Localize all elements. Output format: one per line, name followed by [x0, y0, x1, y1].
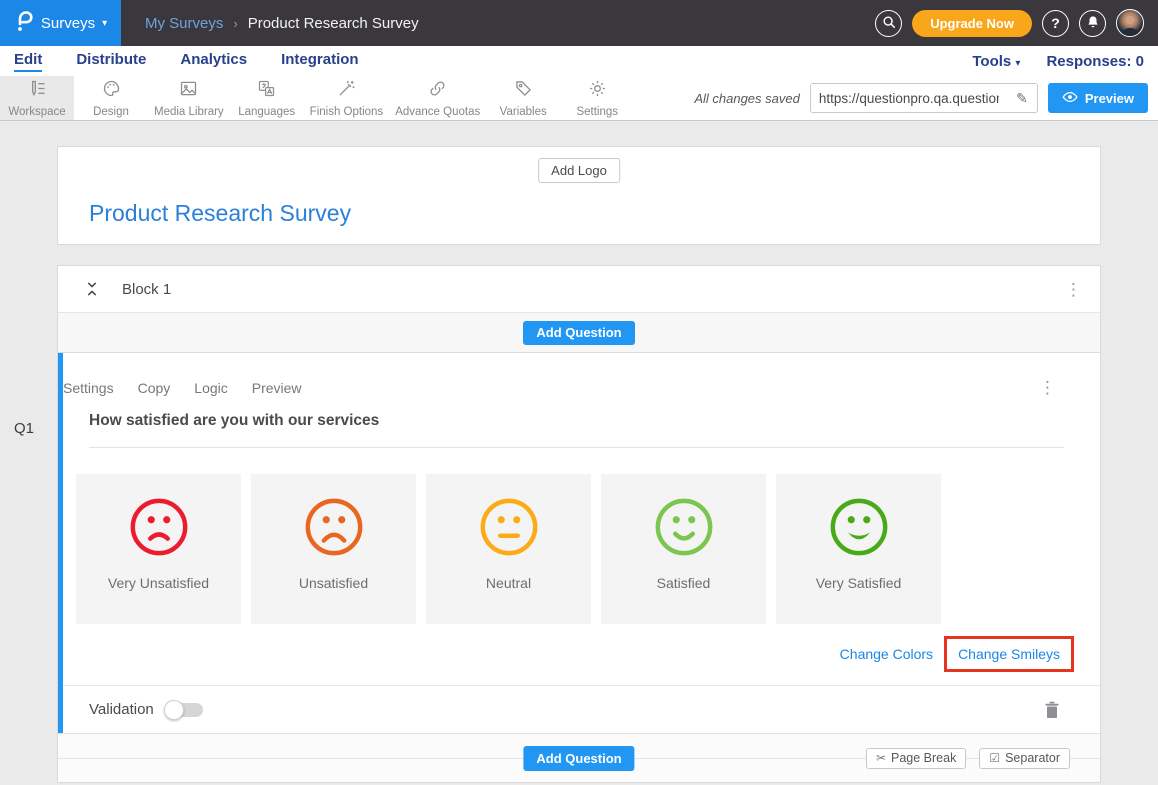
- add-question-strip-top: Add Question: [58, 313, 1100, 353]
- topbar-actions: Upgrade Now ?: [875, 9, 1158, 37]
- question-copy-link[interactable]: Copy: [138, 380, 171, 396]
- person-silhouette-icon: [1117, 10, 1143, 36]
- breadcrumb-current: Product Research Survey: [248, 15, 419, 32]
- trash-icon: [1044, 701, 1060, 719]
- help-button[interactable]: ?: [1042, 10, 1069, 37]
- validation-toggle[interactable]: [167, 703, 203, 717]
- save-status-text: All changes saved: [694, 91, 800, 106]
- toolbar-item-languages[interactable]: Languages: [230, 76, 304, 120]
- smiley-option-satisfied[interactable]: Satisfied: [601, 474, 766, 624]
- editor-toolbar: Workspace Design Media Library Languages…: [0, 76, 1158, 121]
- search-icon: [882, 15, 896, 32]
- eye-icon: [1062, 91, 1078, 106]
- variables-icon: [513, 78, 534, 104]
- survey-url-box: ✎: [810, 83, 1038, 113]
- upgrade-now-button[interactable]: Upgrade Now: [912, 10, 1032, 37]
- preview-button[interactable]: Preview: [1048, 83, 1148, 113]
- block-more-menu-icon[interactable]: ⋮: [1065, 281, 1082, 298]
- toolbar-item-settings[interactable]: Settings: [560, 76, 634, 120]
- design-icon: [101, 78, 122, 104]
- smiley-option-very-unsatisfied[interactable]: Very Unsatisfied: [76, 474, 241, 624]
- block-card: Block 1 ⋮ Add Question Settings Copy Log…: [57, 265, 1101, 783]
- survey-header-card: Add Logo Product Research Survey: [57, 146, 1101, 245]
- breadcrumb-my-surveys[interactable]: My Surveys: [145, 15, 223, 32]
- responses-count[interactable]: Responses: 0: [1046, 53, 1144, 70]
- block-header: Block 1 ⋮: [58, 266, 1100, 313]
- toolbar-item-finish-options[interactable]: Finish Options: [304, 76, 390, 120]
- product-menu-label: Surveys: [41, 15, 95, 32]
- add-question-button-bottom[interactable]: Add Question: [523, 746, 634, 771]
- breadcrumb: My Surveys › Product Research Survey: [145, 15, 419, 32]
- edit-url-pencil-icon[interactable]: ✎: [1007, 84, 1037, 112]
- delete-question-button[interactable]: [1044, 701, 1060, 719]
- validation-row: Validation: [63, 685, 1100, 733]
- toolbar-item-design[interactable]: Design: [74, 76, 148, 120]
- toolbar-item-workspace[interactable]: Workspace: [0, 76, 74, 120]
- satisfied-smiley-icon: [653, 496, 715, 558]
- bell-icon: [1086, 15, 1100, 32]
- question-actions: Settings Copy Logic Preview ⋮: [63, 353, 1100, 396]
- languages-icon: [256, 78, 277, 104]
- nav-tabs: Edit Distribute Analytics Integration: [14, 51, 359, 72]
- add-logo-button[interactable]: Add Logo: [538, 158, 620, 183]
- tab-integration[interactable]: Integration: [281, 51, 359, 72]
- question-settings-link[interactable]: Settings: [63, 380, 114, 396]
- question-card: Settings Copy Logic Preview ⋮ How satisf…: [58, 353, 1100, 733]
- neutral-smiley-icon: [478, 496, 540, 558]
- scissors-icon: ✂: [876, 751, 886, 765]
- product-switcher[interactable]: Surveys ▾: [0, 0, 121, 46]
- top-header: Surveys ▾ My Surveys › Product Research …: [0, 0, 1158, 46]
- advance-quotas-icon: [427, 78, 448, 104]
- breadcrumb-separator-icon: ›: [233, 16, 237, 31]
- questionpro-logo-icon: [14, 9, 34, 37]
- chevron-down-icon: ▾: [102, 18, 107, 29]
- tools-dropdown[interactable]: Tools ▾: [972, 53, 1020, 70]
- workspace-icon: [27, 78, 48, 104]
- toggle-knob: [164, 700, 184, 720]
- separator-button[interactable]: ☑ Separator: [979, 748, 1070, 769]
- survey-title[interactable]: Product Research Survey: [89, 200, 351, 227]
- chevron-down-icon: ▾: [1015, 58, 1020, 69]
- checkbox-icon: ☑: [989, 751, 1000, 765]
- tab-edit[interactable]: Edit: [14, 51, 42, 72]
- notifications-button[interactable]: [1079, 10, 1106, 37]
- toolbar-item-advance-quotas[interactable]: Advance Quotas: [389, 76, 486, 120]
- smiley-option-very-satisfied[interactable]: Very Satisfied: [776, 474, 941, 624]
- question-text[interactable]: How satisfied are you with our services: [89, 412, 1064, 448]
- unsatisfied-smiley-icon: [303, 496, 365, 558]
- editor-canvas: Q1 Add Logo Product Research Survey Bloc…: [0, 121, 1158, 785]
- search-button[interactable]: [875, 10, 902, 37]
- validation-label: Validation: [89, 701, 154, 718]
- annotation-highlight-box: Change Smileys: [944, 636, 1074, 672]
- change-colors-link[interactable]: Change Colors: [840, 646, 933, 662]
- very-satisfied-smiley-icon: [828, 496, 890, 558]
- toolbar-item-variables[interactable]: Variables: [486, 76, 560, 120]
- survey-url-input[interactable]: [811, 84, 1007, 112]
- smiley-scale: Very Unsatisfied Unsatisfied Neutral Sat…: [76, 474, 1100, 624]
- settings-icon: [587, 78, 608, 104]
- smiley-option-neutral[interactable]: Neutral: [426, 474, 591, 624]
- tab-distribute[interactable]: Distribute: [76, 51, 146, 72]
- add-question-button-top[interactable]: Add Question: [523, 321, 634, 345]
- question-logic-link[interactable]: Logic: [194, 380, 227, 396]
- user-avatar[interactable]: [1116, 9, 1144, 37]
- question-index: Q1: [14, 420, 34, 437]
- page-break-button[interactable]: ✂ Page Break: [866, 748, 966, 769]
- media-library-icon: [178, 78, 199, 104]
- tab-analytics[interactable]: Analytics: [180, 51, 247, 72]
- question-preview-link[interactable]: Preview: [252, 380, 302, 396]
- smiley-config-links: Change Colors Change Smileys: [63, 636, 1074, 672]
- section-nav: Edit Distribute Analytics Integration To…: [0, 46, 1158, 76]
- block-title[interactable]: Block 1: [122, 281, 171, 298]
- toolbar-item-media-library[interactable]: Media Library: [148, 76, 230, 120]
- finish-options-icon: [336, 78, 357, 104]
- collapse-block-icon[interactable]: [84, 279, 100, 299]
- change-smileys-link[interactable]: Change Smileys: [958, 646, 1060, 662]
- question-more-menu-icon[interactable]: ⋮: [1039, 379, 1056, 396]
- block-footer: Add Question ✂ Page Break ☑ Separator: [58, 733, 1100, 782]
- smiley-option-unsatisfied[interactable]: Unsatisfied: [251, 474, 416, 624]
- very-unsatisfied-smiley-icon: [128, 496, 190, 558]
